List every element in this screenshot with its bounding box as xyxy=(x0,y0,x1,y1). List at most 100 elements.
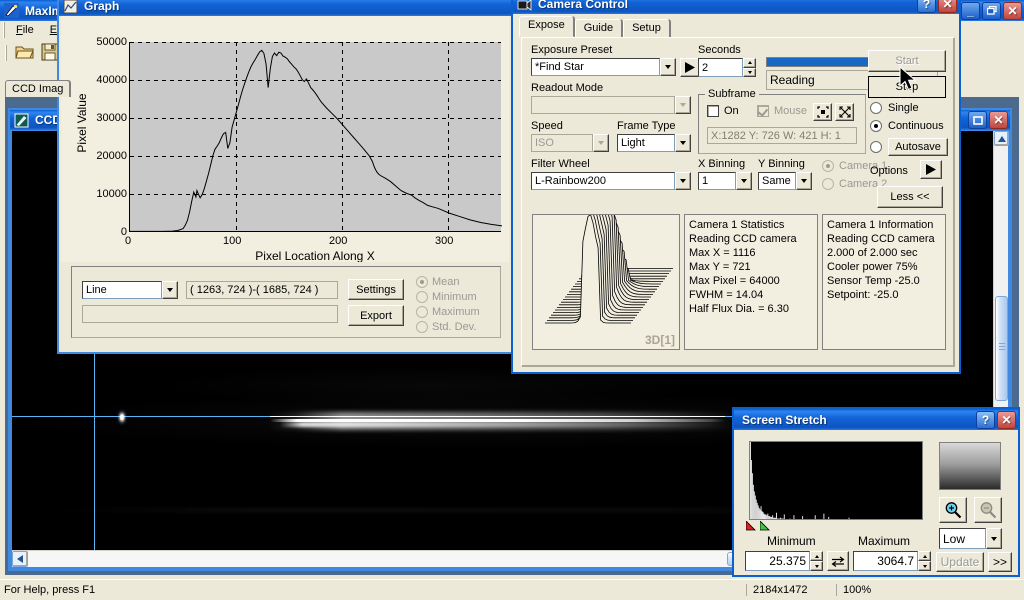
menubar-gripper[interactable] xyxy=(3,22,7,38)
screen-stretch-window-buttons: ? ✕ xyxy=(976,410,1016,429)
tab-setup[interactable]: Setup xyxy=(623,19,670,38)
seconds-value[interactable]: 2 xyxy=(698,58,743,77)
open-folder-icon[interactable] xyxy=(15,43,35,64)
minimum-stepper[interactable]: 25.375 xyxy=(745,551,823,571)
readout-mode-value xyxy=(531,96,675,114)
spectrum-streak-tail xyxy=(280,422,725,427)
start-button[interactable]: Start xyxy=(868,50,946,72)
minimum-decrement[interactable] xyxy=(810,561,823,571)
green-marker-icon[interactable] xyxy=(759,520,771,534)
statistics-header: Camera 1 Statistics xyxy=(689,219,785,231)
document-tab-ccd-image[interactable]: CCD Imag xyxy=(5,80,71,97)
seconds-stepper[interactable]: 2 xyxy=(698,58,756,77)
autosave-button[interactable]: Autosave xyxy=(888,138,948,156)
maxim-restore-button[interactable] xyxy=(982,1,1001,20)
ccd-close-button[interactable]: ✕ xyxy=(989,111,1008,129)
toolbar-gripper[interactable] xyxy=(5,45,9,61)
3d-preview-panel[interactable]: 3D[1] xyxy=(532,214,680,350)
swap-arrows-icon[interactable] xyxy=(827,551,849,571)
chevron-down-icon[interactable] xyxy=(796,172,812,190)
help-button[interactable]: ? xyxy=(976,410,995,429)
3d-preview-label: 3D[1] xyxy=(644,333,675,347)
stretch-mode-select[interactable]: Low xyxy=(939,528,1002,549)
filter-wheel-label: Filter Wheel xyxy=(531,158,590,170)
stop-button[interactable]: Stop xyxy=(868,76,946,98)
stat-radio-stddev[interactable]: Std. Dev. xyxy=(416,321,476,333)
frame-type-select[interactable]: Light xyxy=(617,134,691,152)
export-button[interactable]: Export xyxy=(348,305,404,326)
zoom-out-icon[interactable] xyxy=(974,497,1002,523)
tab-guide[interactable]: Guide xyxy=(574,19,623,38)
exposure-preset-label: Exposure Preset xyxy=(531,44,613,56)
maximum-decrement[interactable] xyxy=(918,561,931,571)
maximum-increment[interactable] xyxy=(918,551,931,561)
autosave-radio[interactable]: Autosave xyxy=(870,138,948,156)
menu-file[interactable]: FFileile xyxy=(16,24,34,36)
statusbar: For Help, press F1 2184x1472 100% xyxy=(0,579,1024,600)
maximum-value[interactable]: 3064.7 xyxy=(853,551,918,571)
chevron-down-icon[interactable] xyxy=(593,134,609,152)
options-expand-arrow-icon[interactable] xyxy=(920,160,942,179)
exposure-preset-select[interactable]: *Find Star xyxy=(531,58,676,76)
less-button[interactable]: Less << xyxy=(877,186,943,208)
maximum-stepper[interactable]: 3064.7 xyxy=(853,551,931,571)
x-binning-label: X Binning xyxy=(698,158,746,170)
update-button[interactable]: Update xyxy=(936,552,984,572)
speed-select[interactable]: ISO xyxy=(531,134,609,152)
speed-label: Speed xyxy=(531,120,563,132)
subframe-mouse-checkbox[interactable]: Mouse xyxy=(757,105,807,117)
y-binning-label: Y Binning xyxy=(758,158,805,170)
ccd-maximize-button[interactable] xyxy=(968,111,987,129)
minimum-value[interactable]: 25.375 xyxy=(745,551,810,571)
stat-radio-minimum[interactable]: Minimum xyxy=(416,291,477,303)
chevron-down-icon[interactable] xyxy=(736,172,752,190)
y-binning-select[interactable]: Same xyxy=(758,172,812,190)
help-button[interactable]: ? xyxy=(917,0,936,13)
maxim-close-button[interactable]: ✕ xyxy=(1003,1,1022,20)
chevron-down-icon[interactable] xyxy=(162,281,178,299)
red-marker-icon[interactable] xyxy=(745,520,757,534)
camera-control-titlebar: Camera Control ? ✕ xyxy=(513,0,959,14)
subframe-on-checkbox[interactable]: On xyxy=(707,105,739,117)
image-document-icon xyxy=(14,113,29,128)
chevron-down-icon[interactable] xyxy=(675,96,691,114)
scroll-up-button[interactable] xyxy=(994,131,1009,146)
readout-mode-select[interactable] xyxy=(531,96,691,114)
play-triangle-icon[interactable] xyxy=(680,58,700,77)
menu-edit[interactable]: E xyxy=(50,24,57,36)
statistics-line: Half Flux Dia. = 6.30 xyxy=(689,303,789,315)
information-line: Cooler power 75% xyxy=(827,261,918,273)
more-button[interactable]: >> xyxy=(988,552,1012,572)
scroll-left-button[interactable] xyxy=(12,551,28,567)
chevron-down-icon[interactable] xyxy=(675,134,691,152)
filter-wheel-select[interactable]: L-Rainbow200 xyxy=(531,172,691,190)
options-label: Options xyxy=(870,165,908,177)
stretch-gradient-preview xyxy=(939,442,1001,490)
graph-plot-area[interactable] xyxy=(129,42,501,232)
minimum-increment[interactable] xyxy=(810,551,823,561)
histogram-panel[interactable] xyxy=(749,441,923,520)
single-radio[interactable]: Single xyxy=(870,102,919,114)
subframe-group: Subframe On Mouse X:1282 Y: 726 W: 421 H… xyxy=(698,88,866,154)
camera-control-close-button[interactable]: ✕ xyxy=(938,0,957,13)
screen-stretch-close-button[interactable]: ✕ xyxy=(997,410,1016,429)
radio-icon xyxy=(870,141,882,153)
continuous-radio[interactable]: Continuous xyxy=(870,120,944,132)
tab-expose[interactable]: Expose xyxy=(519,16,574,37)
subframe-fullframe-icon[interactable] xyxy=(835,103,854,121)
stat-radio-mean[interactable]: Mean xyxy=(416,276,460,288)
chevron-down-icon[interactable] xyxy=(675,172,691,190)
graph-mode-select[interactable]: Line xyxy=(82,281,178,299)
x-binning-select[interactable]: 1 xyxy=(698,172,752,190)
zoom-in-icon[interactable] xyxy=(939,497,967,523)
stat-radio-maximum[interactable]: Maximum xyxy=(416,306,480,318)
seconds-increment[interactable] xyxy=(743,58,756,68)
chevron-down-icon[interactable] xyxy=(986,528,1002,549)
subframe-coords-field: X:1282 Y: 726 W: 421 H: 1 xyxy=(707,127,857,144)
subframe-pick-region-icon[interactable] xyxy=(813,103,832,121)
graph-window: Graph 50000 40000 30000 20000 10000 0 Pi… xyxy=(57,0,513,354)
chevron-down-icon[interactable] xyxy=(660,58,676,76)
seconds-decrement[interactable] xyxy=(743,67,756,77)
settings-button[interactable]: Settings xyxy=(348,279,404,300)
maxim-minimize-button[interactable]: _ xyxy=(961,1,980,20)
